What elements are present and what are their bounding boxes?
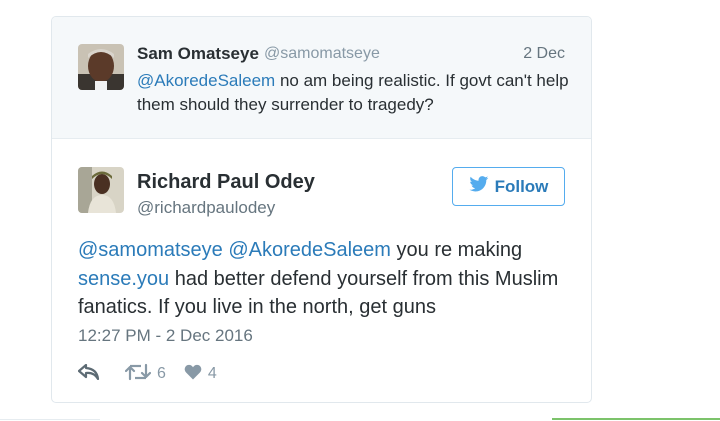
- avatar-sam-omatseye[interactable]: [78, 44, 124, 90]
- like-button[interactable]: 4: [184, 364, 217, 385]
- reply-button[interactable]: [77, 363, 100, 385]
- like-count: 4: [207, 365, 217, 382]
- retweet-count: 6: [157, 365, 166, 382]
- parent-tweet[interactable]: Sam Omatseye @samomatseye 2 Dec @Akorede…: [52, 17, 591, 139]
- follow-button[interactable]: Follow: [452, 167, 565, 206]
- main-author-name[interactable]: Richard Paul Odey: [137, 171, 315, 194]
- follow-button-label: Follow: [494, 176, 549, 196]
- url-link[interactable]: sense.you: [78, 268, 169, 290]
- parent-tweet-date[interactable]: 2 Dec: [523, 45, 565, 63]
- mention-link[interactable]: @AkoredeSaleem: [228, 239, 391, 261]
- heart-icon: [184, 364, 202, 385]
- tweet-actions: 6 4: [77, 363, 217, 386]
- reply-icon: [77, 363, 100, 385]
- tweet-timestamp[interactable]: 12:27 PM - 2 Dec 2016: [78, 326, 253, 346]
- retweet-icon: [124, 363, 152, 386]
- parent-author-name[interactable]: Sam Omatseye: [137, 44, 259, 64]
- main-author-handle[interactable]: @richardpaulodey: [137, 198, 275, 218]
- twitter-bird-icon: [468, 176, 489, 197]
- divider: [0, 419, 100, 420]
- parent-tweet-text: @AkoredeSaleem no am being realistic. If…: [137, 69, 577, 117]
- mention-link[interactable]: @AkoredeSaleem: [137, 71, 275, 90]
- main-tweet-body: you re making: [390, 239, 523, 261]
- progress-line: [552, 418, 720, 420]
- mention-link[interactable]: @samomatseye: [78, 239, 223, 261]
- main-tweet-text: @samomatseye @AkoredeSaleem you re makin…: [78, 236, 578, 322]
- tweet-card: Sam Omatseye @samomatseye 2 Dec @Akorede…: [51, 16, 592, 403]
- retweet-button[interactable]: 6: [124, 363, 166, 386]
- parent-author-handle[interactable]: @samomatseye: [264, 45, 380, 63]
- avatar-richard-paul-odey[interactable]: [78, 167, 124, 213]
